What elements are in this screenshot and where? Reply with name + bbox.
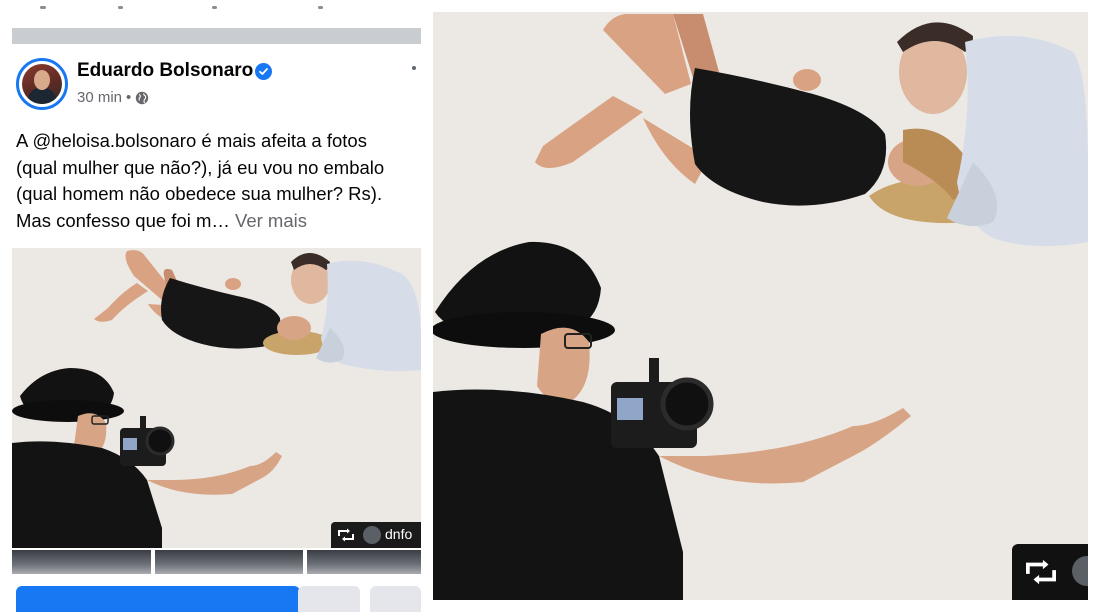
meta-separator: •	[126, 89, 132, 106]
see-more-link[interactable]: Ver mais	[235, 210, 307, 231]
repost-icon	[1026, 559, 1056, 585]
repost-avatar	[363, 526, 381, 544]
post-body: A @heloisa.bolsonaro é mais afeita a fot…	[16, 128, 421, 234]
zoomed-photo[interactable]	[433, 12, 1088, 600]
author-avatar[interactable]	[16, 58, 68, 110]
post-text-truncated: Mas confesso que foi m…	[16, 209, 230, 231]
post-text-line: (qual homem não obedece sua mulher? Rs).	[16, 183, 383, 204]
photo-thumbnails	[12, 550, 421, 574]
primary-action-button[interactable]	[16, 586, 300, 612]
top-cut-off-edge	[0, 0, 432, 14]
post-header: Eduardo Bolsonaro 30 min •	[16, 58, 421, 112]
post-timestamp[interactable]: 30 min	[77, 89, 122, 106]
repost-tag: dnfo	[331, 522, 421, 548]
facebook-post-panel: Eduardo Bolsonaro 30 min • A @heloisa.bo…	[0, 0, 432, 612]
thumbnail[interactable]	[155, 550, 303, 574]
photo-shoot-image	[12, 248, 421, 548]
repost-avatar	[1072, 556, 1088, 586]
post-photo[interactable]: dnfo	[12, 248, 421, 548]
repost-handle: dnfo	[385, 526, 413, 542]
post-text-line: (qual mulher que não?), já eu vou no emb…	[16, 156, 385, 178]
globe-icon	[135, 91, 149, 105]
post-text-line: Mas confesso que foi m… Ver mais	[16, 208, 421, 235]
action-buttons	[12, 586, 421, 612]
post-text-line: A @heloisa.bolsonaro é mais afeita a fot…	[16, 130, 367, 151]
repost-tag-large	[1012, 544, 1088, 600]
secondary-action-button[interactable]	[370, 586, 421, 612]
thumbnail[interactable]	[12, 550, 151, 574]
thumbnail[interactable]	[307, 550, 421, 574]
secondary-action-button[interactable]	[298, 586, 360, 612]
post-meta: 30 min •	[77, 89, 149, 106]
repost-icon	[338, 528, 354, 542]
author-name[interactable]: Eduardo Bolsonaro	[77, 60, 253, 82]
verified-badge-icon	[255, 63, 272, 80]
more-options-icon[interactable]	[412, 66, 416, 70]
separator-bar	[12, 28, 421, 44]
photo-shoot-image-zoomed	[433, 12, 1088, 600]
